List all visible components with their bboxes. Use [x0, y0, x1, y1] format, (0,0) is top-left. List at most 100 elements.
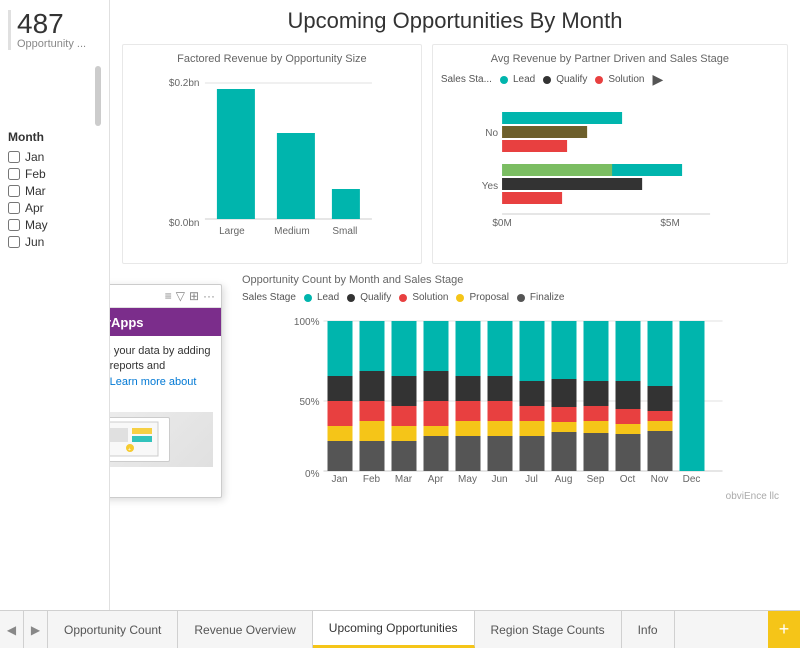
svg-text:+: +	[128, 447, 131, 453]
kpi-label: Opportunity ...	[17, 38, 101, 50]
svg-text:May: May	[458, 474, 477, 485]
main-container: 487 Opportunity ... Month Jan Feb Mar Ap…	[0, 0, 800, 648]
svg-text:50%: 50%	[299, 397, 319, 408]
tab-upcoming-opportunities[interactable]: Upcoming Opportunities	[313, 611, 475, 648]
svg-text:Nov: Nov	[651, 474, 669, 485]
legend-qualify: Qualify	[543, 74, 587, 85]
svg-text:Small: Small	[332, 226, 357, 237]
filter-items: Jan Feb Mar Apr May Jun	[8, 150, 101, 249]
checkbox-mar[interactable]	[8, 185, 20, 197]
svg-text:Medium: Medium	[274, 226, 310, 237]
chart1-title: Factored Revenue by Opportunity Size	[131, 53, 413, 65]
tab-prev-btn[interactable]: ◀	[0, 611, 24, 648]
tab-add-button[interactable]: +	[768, 611, 800, 648]
chart-opportunity-count: ≡ ▽ ⊞ ··· PowerApps Do more with your da…	[122, 274, 788, 504]
legend-solution: Solution	[595, 74, 644, 85]
page-title: Upcoming Opportunities By Month	[122, 8, 788, 34]
legend3-lead: Lead	[304, 292, 339, 303]
checkbox-may[interactable]	[8, 219, 20, 231]
tab-region-stage-counts[interactable]: Region Stage Counts	[475, 611, 622, 648]
legend-lead: Lead	[500, 74, 535, 85]
svg-text:100%: 100%	[294, 317, 320, 328]
chart2-svg: No Yes	[441, 94, 779, 234]
popup-step: Step 1	[110, 473, 213, 490]
popup-filter-icon[interactable]: ▽	[176, 289, 185, 303]
filter-apr[interactable]: Apr	[8, 201, 101, 215]
svg-text:Large: Large	[219, 226, 245, 237]
checkbox-jun[interactable]	[8, 236, 20, 248]
svg-text:Yes: Yes	[482, 181, 498, 192]
popup-header: PowerApps	[110, 308, 221, 336]
bottom-tabs: ◀ ▶ Opportunity Count Revenue Overview U…	[0, 610, 800, 648]
filter-jan[interactable]: Jan	[8, 150, 101, 164]
checkbox-feb[interactable]	[8, 168, 20, 180]
content-area: 487 Opportunity ... Month Jan Feb Mar Ap…	[0, 0, 800, 610]
powerapps-link[interactable]: Learn more about PowerApps.	[110, 376, 196, 403]
main-content: Upcoming Opportunities By Month Factored…	[110, 0, 800, 610]
tab-info[interactable]: Info	[622, 611, 675, 648]
svg-text:Mar: Mar	[395, 474, 413, 485]
svg-text:$0.2bn: $0.2bn	[169, 78, 200, 89]
chart3-title: Opportunity Count by Month and Sales Sta…	[242, 274, 783, 286]
svg-text:Apr: Apr	[428, 474, 444, 485]
chart3-svg: 100% 50% 0%	[242, 307, 783, 492]
kpi-number: 487	[17, 10, 101, 38]
watermark: obviEnce llc	[726, 491, 779, 502]
svg-text:$0.0bn: $0.0bn	[169, 218, 200, 229]
popup-expand-icon[interactable]: ⊞	[189, 289, 199, 303]
popup-body: Do more with your data by adding apps to…	[110, 336, 221, 497]
bar-small	[332, 189, 360, 219]
popup-more-icon[interactable]: ···	[203, 289, 215, 303]
svg-text:Dec: Dec	[683, 474, 701, 485]
svg-text:0%: 0%	[305, 469, 320, 480]
powerapps-popup[interactable]: ≡ ▽ ⊞ ··· PowerApps Do more with your da…	[110, 284, 222, 498]
solution-dot	[595, 76, 603, 84]
tab-opportunity-count[interactable]: Opportunity Count	[48, 611, 178, 648]
svg-text:$0M: $0M	[492, 218, 511, 229]
legend3-proposal: Proposal	[456, 292, 508, 303]
svg-text:Sep: Sep	[587, 474, 605, 485]
svg-text:Jan: Jan	[331, 474, 347, 485]
chart-avg-revenue: Avg Revenue by Partner Driven and Sales …	[432, 44, 788, 264]
legend-more-icon[interactable]: ▶	[652, 71, 663, 88]
legend3-solution: Solution	[399, 292, 448, 303]
tab-revenue-overview[interactable]: Revenue Overview	[178, 611, 312, 648]
svg-text:Jul: Jul	[525, 474, 538, 485]
filter-mar[interactable]: Mar	[8, 184, 101, 198]
svg-text:Oct: Oct	[620, 474, 636, 485]
kpi-box: 487 Opportunity ...	[8, 10, 101, 50]
legend3-finalize: Finalize	[517, 292, 564, 303]
charts-top-row: Factored Revenue by Opportunity Size $0.…	[122, 44, 788, 264]
filter-may[interactable]: May	[8, 218, 101, 232]
chart-factored-revenue: Factored Revenue by Opportunity Size $0.…	[122, 44, 422, 264]
chart1-svg: $0.2bn $0.0bn Large M	[131, 71, 413, 246]
bar-large	[217, 89, 255, 219]
powerapps-title: PowerApps	[110, 315, 144, 330]
chart3-legend: Sales Stage Lead Qualify Solution Propos…	[242, 292, 783, 303]
svg-text:$5M: $5M	[660, 218, 679, 229]
svg-text:Jun: Jun	[491, 474, 507, 485]
chart2-title: Avg Revenue by Partner Driven and Sales …	[441, 53, 779, 65]
popup-menu-icon[interactable]: ≡	[165, 289, 172, 303]
svg-text:Feb: Feb	[363, 474, 381, 485]
scrollbar[interactable]	[95, 66, 101, 126]
filter-feb[interactable]: Feb	[8, 167, 101, 181]
popup-toolbar: ≡ ▽ ⊞ ···	[110, 285, 221, 308]
svg-text:Aug: Aug	[555, 474, 573, 485]
lead-dot	[500, 76, 508, 84]
checkbox-apr[interactable]	[8, 202, 20, 214]
legend3-qualify: Qualify	[347, 292, 391, 303]
svg-text:No: No	[485, 128, 498, 139]
chart2-sales-stage-label: Sales Sta...	[441, 74, 492, 85]
tab-next-btn[interactable]: ▶	[24, 611, 48, 648]
chart2-legend: Sales Sta... Lead Qualify Solution	[441, 71, 779, 88]
bar-medium	[277, 133, 315, 219]
filter-label: Month	[8, 130, 101, 144]
filter-jun[interactable]: Jun	[8, 235, 101, 249]
qualify-dot	[543, 76, 551, 84]
checkbox-jan[interactable]	[8, 151, 20, 163]
popup-image: +	[110, 412, 213, 467]
sidebar: 487 Opportunity ... Month Jan Feb Mar Ap…	[0, 0, 110, 610]
popup-image-inner: +	[110, 417, 170, 462]
chart3-container: Opportunity Count by Month and Sales Sta…	[242, 274, 783, 504]
